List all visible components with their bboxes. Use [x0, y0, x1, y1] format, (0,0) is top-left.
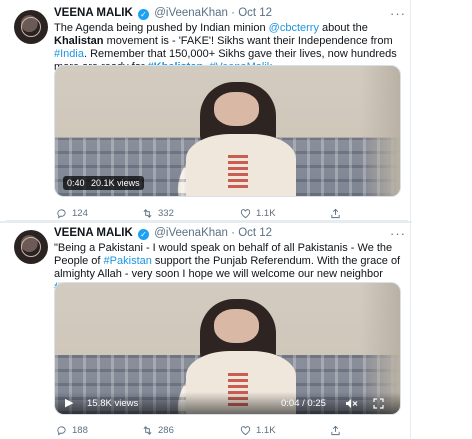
tweet-date[interactable]: Oct 12 — [238, 227, 272, 239]
tweet[interactable]: VEENA MALIK ✓ @iVeenaKhan · Oct 12 ··· T… — [6, 4, 408, 221]
video-controls: ▶ 15.8K views 0:04 / 0:25 — [55, 392, 400, 414]
video-views: 15.8K views — [87, 398, 139, 409]
verified-badge-icon: ✓ — [138, 9, 150, 20]
like-button[interactable]: 1.1K — [240, 208, 276, 219]
tweet-text-segment: movement is - 'FAKE'! Sikhs want their I… — [103, 35, 393, 47]
separator-dot: · — [231, 227, 235, 239]
tweet-link[interactable]: #Pakistan — [104, 255, 152, 267]
separator-dot: · — [231, 7, 235, 19]
author-handle[interactable]: @iVeenaKhan — [154, 7, 228, 19]
author-handle[interactable]: @iVeenaKhan — [154, 227, 228, 239]
tweet-header: VEENA MALIK ✓ @iVeenaKhan · Oct 12 — [54, 227, 272, 240]
video-views: 20.1K views — [91, 178, 140, 188]
tweet-actions: 124 332 1.1K — [54, 208, 404, 222]
video-time: 0:40 — [67, 178, 85, 188]
reply-button[interactable]: 124 — [56, 208, 88, 219]
play-icon[interactable]: ▶ — [65, 396, 73, 409]
more-options-icon[interactable]: ··· — [390, 6, 406, 21]
video-frame-face — [213, 92, 259, 126]
tweet-text-segment: The Agenda being pushed by Indian minion — [54, 22, 269, 34]
avatar-logo — [21, 17, 41, 37]
like-button[interactable]: 1.1K — [240, 425, 276, 436]
share-button[interactable] — [330, 208, 341, 219]
video-player[interactable]: 0:40 20.1K views — [54, 65, 401, 197]
heart-icon — [240, 209, 251, 219]
video-frame-face — [213, 309, 259, 344]
author-name[interactable]: VEENA MALIK — [54, 7, 133, 19]
reply-button[interactable]: 188 — [56, 425, 88, 436]
fullscreen-icon[interactable] — [373, 398, 384, 409]
tweet-divider — [0, 221, 412, 223]
share-icon — [331, 425, 340, 436]
retweet-count: 286 — [158, 425, 174, 436]
tweet-feed: VEENA MALIK ✓ @iVeenaKhan · Oct 12 ··· T… — [0, 0, 472, 439]
timeline-border — [410, 0, 411, 439]
retweet-icon — [143, 209, 152, 218]
avatar[interactable] — [14, 230, 48, 264]
tweet-text-segment: Khalistan — [54, 35, 104, 47]
verified-badge-icon: ✓ — [138, 229, 150, 240]
tweet-header: VEENA MALIK ✓ @iVeenaKhan · Oct 12 — [54, 7, 272, 20]
tweet-text-segment: about the — [318, 22, 368, 34]
reply-icon — [57, 209, 66, 219]
retweet-count: 332 — [158, 208, 174, 219]
like-count: 1.1K — [256, 425, 276, 436]
tweet-actions: 188 286 1.1K — [54, 425, 404, 439]
reply-count: 124 — [72, 208, 88, 219]
volume-muted-icon[interactable] — [345, 398, 358, 409]
tweet-date[interactable]: Oct 12 — [238, 7, 272, 19]
video-time: 0:04 / 0:25 — [281, 398, 326, 409]
tweet-link[interactable]: @cbcterry — [269, 22, 319, 34]
tweet-link[interactable]: #India — [54, 48, 84, 60]
avatar-logo — [21, 237, 41, 257]
video-duration: 0:40 20.1K views — [63, 176, 144, 190]
share-button[interactable] — [330, 425, 341, 436]
reply-icon — [57, 426, 66, 436]
more-options-icon[interactable]: ··· — [390, 226, 406, 241]
video-player[interactable]: ▶ 15.8K views 0:04 / 0:25 — [54, 282, 401, 415]
avatar[interactable] — [14, 10, 48, 44]
tweet[interactable]: VEENA MALIK ✓ @iVeenaKhan · Oct 12 ··· "… — [6, 224, 408, 439]
retweet-button[interactable]: 286 — [142, 425, 174, 436]
retweet-button[interactable]: 332 — [142, 208, 174, 219]
author-name[interactable]: VEENA MALIK — [54, 227, 133, 239]
share-icon — [331, 208, 340, 219]
heart-icon — [240, 426, 251, 436]
retweet-icon — [143, 426, 152, 435]
video-frame-embroidery — [227, 154, 249, 189]
reply-count: 188 — [72, 425, 88, 436]
like-count: 1.1K — [256, 208, 276, 219]
video-frame-background — [360, 66, 400, 196]
